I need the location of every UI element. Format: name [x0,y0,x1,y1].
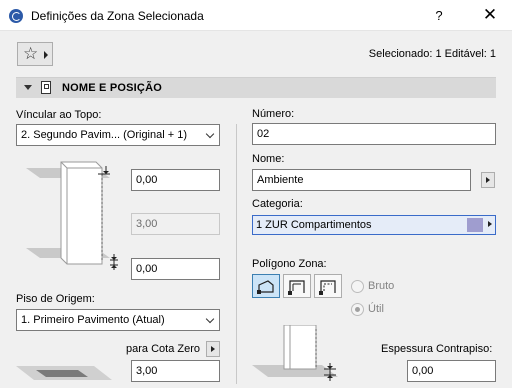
title-bar: Definições da Zona Selecionada ? ✕ [0,0,512,31]
radio-net-label: Útil [368,303,384,315]
polygon-inner-edge-button[interactable] [314,274,342,298]
polygon-inner-edge-icon [319,280,336,295]
help-button[interactable]: ? [428,6,450,26]
triangle-right-icon [44,51,48,59]
floor-thickness-label: Espessura Contrapiso: [381,343,493,355]
zone-height-diagram [26,161,118,270]
bottom-offset-field[interactable]: 0,00 [131,258,220,280]
polygon-reference-line-button[interactable] [283,274,311,298]
polygon-manual-icon [257,280,274,294]
favorites-button[interactable]: ☆ [17,42,53,66]
top-link-value: 2. Segundo Pavim... (Original + 1) [21,129,187,141]
top-offset-field[interactable]: 0,00 [131,169,220,191]
name-label: Nome: [252,153,285,165]
reference-level-button[interactable] [206,341,220,357]
category-selector[interactable]: 1 ZUR Compartimentos [252,215,496,235]
radio-gross [351,280,364,293]
star-icon: ☆ [23,44,39,63]
archicad-app-icon [9,9,23,23]
category-label: Categoria: [252,198,303,210]
polygon-manual-button[interactable] [252,274,280,298]
zone-height-field: 3,00 [131,213,220,235]
reference-level-label: para Cota Zero [126,343,200,355]
radio-net [351,303,364,316]
close-button[interactable]: ✕ [478,4,502,26]
chevron-down-icon [205,129,215,139]
name-options-button[interactable] [481,172,495,188]
number-field[interactable]: 02 [252,123,496,145]
radio-gross-label: Bruto [368,280,395,292]
floor-thickness-diagram [252,325,338,381]
top-link-dropdown[interactable]: 2. Segundo Pavim... (Original + 1) [16,124,220,146]
category-value: 1 ZUR Compartimentos [256,219,372,231]
collapse-arrow-icon[interactable] [24,85,32,90]
floor-thickness-field[interactable]: 0,00 [407,360,496,382]
number-label: Número: [252,108,295,120]
zone-doc-icon [41,81,51,94]
window-title: Definições da Zona Selecionada [31,9,204,23]
polygon-label: Polígono Zona: [252,258,327,270]
category-color-swatch [467,218,483,232]
section-header-name-position[interactable]: NOME E POSIÇÃO [16,77,496,98]
top-link-label: Víncular ao Topo: [16,109,102,121]
column-divider [236,124,237,384]
name-field[interactable]: Ambiente [252,169,471,191]
home-story-dropdown[interactable]: 1. Primeiro Pavimento (Atual) [16,309,220,331]
home-story-value: 1. Primeiro Pavimento (Atual) [21,314,165,326]
selection-status: Selecionado: 1 Editável: 1 [368,48,496,60]
home-story-label: Piso de Origem: [16,293,95,305]
chevron-down-icon [205,314,215,324]
section-title: NOME E POSIÇÃO [62,82,162,94]
reference-level-diagram [16,366,112,380]
reference-level-field[interactable]: 3,00 [131,360,220,382]
triangle-right-icon [488,221,492,227]
polygon-reference-icon [288,280,305,295]
